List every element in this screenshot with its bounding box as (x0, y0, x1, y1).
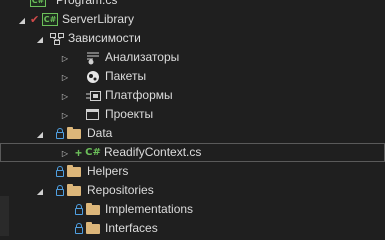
tree-item-label: Program.cs (56, 0, 118, 7)
tree-item-label: Helpers (87, 164, 129, 178)
chevron-down-icon[interactable]: ◢ (17, 15, 27, 25)
tree-item-folder-implementations[interactable]: Implementations (0, 200, 385, 219)
lock-icon (75, 219, 83, 238)
folder-icon (86, 219, 100, 238)
chevron-right-icon[interactable]: ▷ (60, 148, 70, 158)
tree-item-project-serverlibrary[interactable]: ◢ ✔ C# ServerLibrary (0, 10, 385, 29)
tree-item-projects[interactable]: ▷ Проекты (0, 105, 385, 124)
tree-item-dependencies[interactable]: ◢ Зависимости (0, 29, 385, 48)
chevron-down-icon[interactable]: ◢ (35, 34, 45, 44)
tree-item-label: Зависимости (68, 31, 141, 45)
chevron-down-icon[interactable]: ◢ (35, 186, 45, 196)
csharp-file-icon: C# (30, 0, 46, 10)
folder-icon (67, 124, 81, 143)
chevron-down-icon[interactable]: ◢ (35, 129, 45, 139)
tree-item-label: Пакеты (105, 69, 147, 83)
lock-icon (56, 162, 64, 181)
tree-item-label: Data (87, 126, 113, 140)
folder-icon (67, 181, 81, 200)
csharp-file-icon: C# (85, 147, 101, 158)
tree-item-label: Implementations (105, 202, 194, 216)
tree-item-platforms[interactable]: ▷ Платформы (0, 86, 385, 105)
folder-icon (86, 200, 100, 219)
tree-item-label: ReadifyContext.cs (104, 145, 202, 159)
tree-item-label: Платформы (105, 88, 173, 102)
solution-explorer-tree: C# Program.cs ◢ ✔ C# ServerLibrary ◢ Зав… (0, 0, 385, 238)
tree-item-label: Проекты (105, 107, 154, 121)
tree-item-label: ServerLibrary (62, 12, 135, 26)
platforms-icon (86, 86, 101, 105)
csharp-project-icon: C# (42, 13, 58, 26)
tree-item-analyzers[interactable]: ▷ Анализаторы (0, 48, 385, 67)
tree-item-program-cs[interactable]: C# Program.cs (0, 0, 385, 10)
lock-icon (56, 181, 64, 200)
folder-icon (67, 162, 81, 181)
scrollbar[interactable] (0, 196, 9, 236)
tree-item-folder-data[interactable]: ◢ Data (0, 124, 385, 143)
chevron-right-icon[interactable]: ▷ (60, 110, 70, 120)
lock-icon (75, 200, 83, 219)
check-icon: ✔ (30, 13, 40, 26)
analyzers-icon (86, 48, 100, 67)
packages-icon (86, 67, 100, 86)
tree-item-label: Анализаторы (105, 50, 180, 64)
dependencies-icon (50, 29, 64, 48)
window-icon (86, 105, 99, 124)
added-file-icon: + (75, 145, 83, 160)
tree-item-readifycontext-cs[interactable]: ▷ + C# ReadifyContext.cs (0, 143, 385, 162)
tree-item-packages[interactable]: ▷ Пакеты (0, 67, 385, 86)
tree-item-folder-interfaces[interactable]: Interfaces (0, 219, 385, 238)
lock-icon (56, 124, 64, 143)
chevron-right-icon[interactable]: ▷ (60, 72, 70, 82)
chevron-right-icon[interactable]: ▷ (60, 53, 70, 63)
tree-item-folder-repositories[interactable]: ◢ Repositories (0, 181, 385, 200)
tree-item-folder-helpers[interactable]: Helpers (0, 162, 385, 181)
tree-item-label: Interfaces (105, 221, 158, 235)
chevron-right-icon[interactable]: ▷ (60, 91, 70, 101)
tree-item-label: Repositories (87, 183, 154, 197)
